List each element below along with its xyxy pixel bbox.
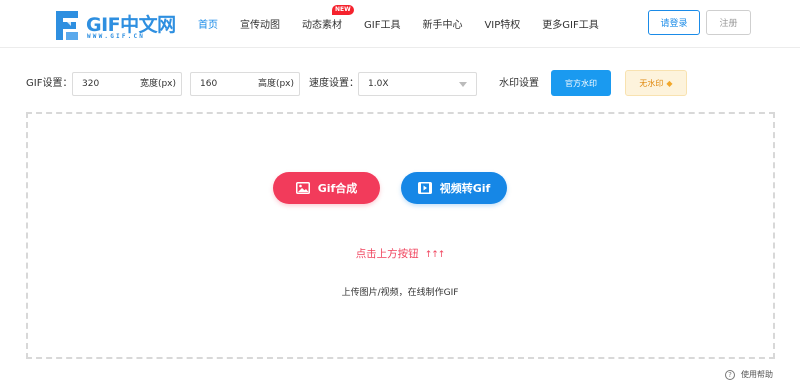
nav-item-vip[interactable]: VIP特权: [484, 16, 520, 31]
upload-hint: 点击上方按钮 ↑↑↑: [0, 246, 800, 261]
nav-item-gif-tools[interactable]: GIF工具: [364, 16, 400, 31]
video-to-gif-button[interactable]: 视频转Gif: [401, 172, 507, 204]
speed-value: 1.0X: [368, 79, 389, 89]
no-watermark-label: 无水印: [639, 78, 664, 88]
gif-merge-button[interactable]: Gif合成: [273, 172, 380, 204]
speed-settings-label: 速度设置：: [309, 78, 359, 89]
new-badge: NEW: [332, 4, 354, 15]
official-watermark-button[interactable]: 官方水印: [551, 70, 611, 96]
width-input[interactable]: 320 宽度(px): [72, 72, 182, 96]
nav-item-label: 动态素材: [302, 19, 342, 31]
nav-item-beginner-center[interactable]: 新手中心: [422, 16, 462, 31]
help-link[interactable]: ? 使用帮助: [725, 369, 773, 380]
height-value: 160: [200, 79, 218, 89]
help-label: 使用帮助: [741, 370, 773, 379]
top-header: GIF中文网 WWW.GIF.CN 首页 宣传动图 动态素材 NEW GIF工具…: [0, 0, 800, 48]
video-to-gif-label: 视频转Gif: [439, 182, 491, 195]
login-button[interactable]: 请登录: [648, 10, 700, 35]
height-input[interactable]: 160 高度(px): [190, 72, 300, 96]
gif-settings-label: GIF设置：: [26, 78, 73, 89]
width-unit: 宽度(px): [139, 79, 176, 89]
height-unit: 高度(px): [257, 79, 294, 89]
nav-item-more-tools[interactable]: 更多GIF工具: [542, 16, 598, 31]
nav-item-dynamic-assets[interactable]: 动态素材 NEW: [302, 4, 354, 31]
nav-item-home[interactable]: 首页: [198, 16, 218, 31]
main-nav: 首页 宣传动图 动态素材 NEW GIF工具 新手中心 VIP特权 更多GIF工…: [198, 0, 621, 46]
arrow-up-icon: ↑↑↑: [424, 250, 446, 260]
watermark-settings-label: 水印设置: [499, 78, 539, 89]
diamond-icon: ◆: [666, 78, 673, 88]
upload-hint-text: 点击上方按钮: [355, 248, 419, 260]
logo-subtitle: WWW.GIF.CN: [87, 33, 146, 40]
nav-item-promo-gifs[interactable]: 宣传动图: [240, 16, 280, 31]
settings-row: GIF设置： 320 宽度(px) 160 高度(px) 速度设置： 1.0X …: [0, 70, 800, 98]
upload-description: 上传图片/视频，在线制作GIF: [341, 288, 459, 298]
site-logo[interactable]: GIF中文网 WWW.GIF.CN: [52, 9, 182, 43]
image-icon: [295, 182, 310, 194]
chevron-down-icon: [459, 82, 467, 87]
video-icon: [417, 182, 432, 194]
no-watermark-button[interactable]: 无水印 ◆: [625, 70, 687, 96]
help-icon: ?: [725, 369, 735, 380]
speed-select[interactable]: 1.0X: [358, 72, 477, 96]
width-value: 320: [82, 79, 100, 89]
register-button[interactable]: 注册: [706, 10, 751, 35]
gif-merge-label: Gif合成: [317, 182, 358, 195]
logo-icon: [56, 11, 78, 40]
upload-dropzone[interactable]: [26, 112, 775, 359]
